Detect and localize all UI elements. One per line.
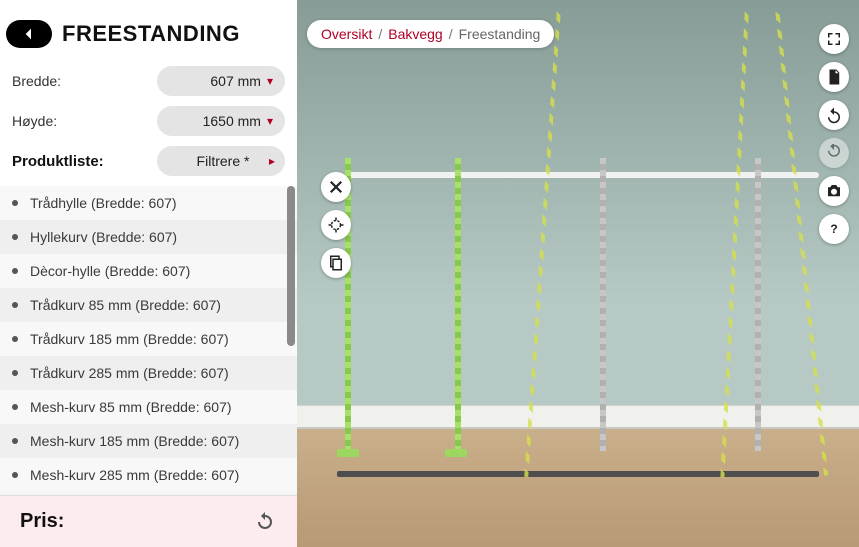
camera-button[interactable] [819, 176, 849, 206]
list-item-label: Mesh-kurv 185 mm (Bredde: 607) [30, 433, 239, 449]
bullet-icon [12, 302, 18, 308]
list-item[interactable]: Trådkurv 285 mm (Bredde: 607) [0, 356, 297, 390]
list-item-label: Mesh-kurv 285 mm (Bredde: 607) [30, 467, 239, 483]
sidebar: FREESTANDING Bredde: 607 mm ▾ Høyde: 165… [0, 0, 297, 547]
target-button[interactable] [321, 210, 351, 240]
list-item[interactable]: Mesh-kurv 85 mm (Bredde: 607) [0, 390, 297, 424]
breadcrumb-sep: / [449, 26, 453, 42]
bullet-icon [12, 472, 18, 478]
foot-2 [445, 449, 467, 457]
document-button[interactable] [819, 62, 849, 92]
upright-3 [600, 158, 606, 451]
viewport-tools-left [321, 172, 351, 278]
bullet-icon [12, 336, 18, 342]
rack-assembly [345, 158, 819, 451]
rack-top-bar [345, 172, 819, 178]
width-value: 607 mm [210, 73, 261, 89]
list-item[interactable]: Mesh-kurv 185 mm (Bredde: 607) [0, 424, 297, 458]
list-item-label: Trådkurv 85 mm (Bredde: 607) [30, 297, 221, 313]
product-list[interactable]: Trådhylle (Bredde: 607) Hyllekurv (Bredde… [0, 186, 297, 495]
chevron-down-icon: ▾ [267, 75, 273, 87]
sidebar-footer: Pris: [0, 495, 297, 547]
redo-icon [825, 144, 843, 162]
floor-rail [337, 471, 819, 477]
sidebar-header-area: FREESTANDING Bredde: 607 mm ▾ Høyde: 165… [0, 0, 297, 186]
chevron-right-icon: ▸ [269, 155, 275, 167]
list-item[interactable]: Trådkurv 185 mm (Bredde: 607) [0, 322, 297, 356]
page-title: FREESTANDING [62, 21, 240, 47]
width-label: Bredde: [12, 73, 61, 89]
list-item-label: Hyllekurv (Bredde: 607) [30, 229, 177, 245]
list-item-label: Trådkurv 285 mm (Bredde: 607) [30, 365, 229, 381]
bullet-icon [12, 438, 18, 444]
list-item[interactable]: Trådkurv 85 mm (Bredde: 607) [0, 288, 297, 322]
app-root: FREESTANDING Bredde: 607 mm ▾ Høyde: 165… [0, 0, 859, 547]
document-icon [825, 68, 843, 86]
filter-value: Filtrere * [197, 153, 250, 169]
viewport-tools-right: ? [819, 24, 849, 244]
controls: Bredde: 607 mm ▾ Høyde: 1650 mm ▾ Produk… [0, 60, 297, 176]
refresh-icon [253, 509, 277, 533]
list-item-label: Trådhylle (Bredde: 607) [30, 195, 177, 211]
list-item[interactable]: Hyllekurv (Bredde: 607) [0, 220, 297, 254]
breadcrumb-l2[interactable]: Bakvegg [388, 26, 442, 42]
price-label: Pris: [20, 510, 64, 533]
redo-button[interactable] [819, 138, 849, 168]
filter-select[interactable]: Filtrere * ▸ [157, 146, 285, 176]
bullet-icon [12, 404, 18, 410]
list-item[interactable]: Mesh-kurv 285 mm (Bredde: 607) [0, 458, 297, 492]
target-icon [327, 216, 345, 234]
width-row: Bredde: 607 mm ▾ [12, 66, 285, 96]
fullscreen-icon [825, 30, 843, 48]
height-select[interactable]: 1650 mm ▾ [157, 106, 285, 136]
close-icon [327, 178, 345, 196]
undo-button[interactable] [819, 100, 849, 130]
foot-1 [337, 449, 359, 457]
height-label: Høyde: [12, 113, 57, 129]
back-button[interactable] [6, 20, 52, 48]
help-icon: ? [825, 220, 843, 238]
breadcrumb: Oversikt / Bakvegg / Freestanding [307, 20, 554, 48]
breadcrumb-sep: / [378, 26, 382, 42]
bullet-icon [12, 200, 18, 206]
help-button[interactable]: ? [819, 214, 849, 244]
guide-1 [524, 8, 561, 477]
undo-icon [825, 106, 843, 124]
width-select[interactable]: 607 mm ▾ [157, 66, 285, 96]
breadcrumb-current: Freestanding [459, 26, 541, 42]
productlist-label: Produktliste: [12, 153, 104, 170]
close-button[interactable] [321, 172, 351, 202]
chevron-down-icon: ▾ [267, 115, 273, 127]
viewport-3d[interactable]: Oversikt / Bakvegg / Freestanding ? [297, 0, 859, 547]
breadcrumb-l1[interactable]: Oversikt [321, 26, 372, 42]
height-row: Høyde: 1650 mm ▾ [12, 106, 285, 136]
bullet-icon [12, 370, 18, 376]
product-list-wrap: Trådhylle (Bredde: 607) Hyllekurv (Bredde… [0, 186, 297, 495]
list-item[interactable]: Dècor-hylle (Bredde: 607) [0, 254, 297, 288]
chevron-left-icon [21, 26, 37, 42]
upright-4 [755, 158, 761, 451]
svg-text:?: ? [830, 222, 837, 236]
refresh-button[interactable] [253, 509, 279, 535]
list-item[interactable]: Trådhylle (Bredde: 607) [0, 186, 297, 220]
list-item-label: Trådkurv 185 mm (Bredde: 607) [30, 331, 229, 347]
copy-icon [327, 254, 345, 272]
height-value: 1650 mm [203, 113, 261, 129]
bullet-icon [12, 268, 18, 274]
sidebar-header: FREESTANDING [0, 8, 297, 60]
bullet-icon [12, 234, 18, 240]
copy-button[interactable] [321, 248, 351, 278]
list-item-label: Dècor-hylle (Bredde: 607) [30, 263, 190, 279]
filter-row: Produktliste: Filtrere * ▸ [12, 146, 285, 176]
upright-2 [455, 158, 461, 451]
camera-icon [825, 182, 843, 200]
fullscreen-button[interactable] [819, 24, 849, 54]
list-item-label: Mesh-kurv 85 mm (Bredde: 607) [30, 399, 232, 415]
scrollbar-thumb[interactable] [287, 186, 295, 346]
guide-2 [720, 8, 749, 478]
